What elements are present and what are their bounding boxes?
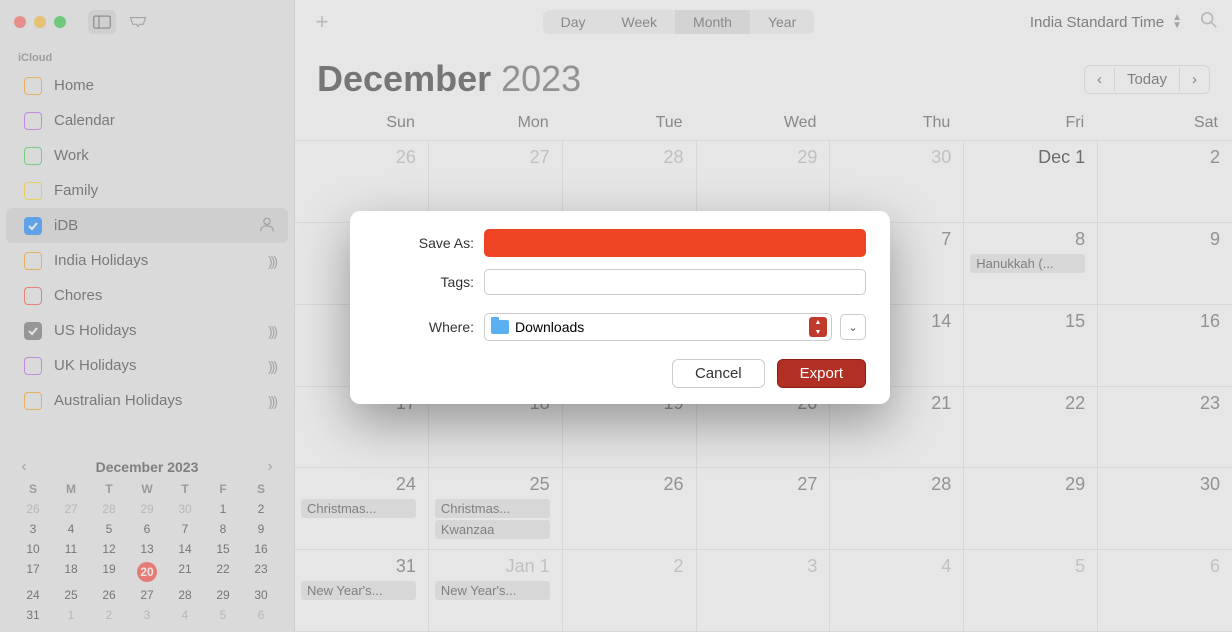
where-dropdown[interactable]: Downloads ▲▼	[484, 313, 832, 341]
expand-save-panel-button[interactable]: ⌄	[840, 314, 866, 340]
where-value: Downloads	[515, 319, 584, 335]
export-dialog: Save As: Tags: Where: Downloads ▲▼ ⌄ Can…	[350, 211, 890, 404]
tags-field[interactable]	[484, 269, 866, 295]
where-label: Where:	[374, 319, 484, 335]
tags-label: Tags:	[374, 274, 484, 290]
export-button[interactable]: Export	[777, 359, 866, 388]
cancel-button[interactable]: Cancel	[672, 359, 765, 388]
save-as-label: Save As:	[374, 235, 484, 251]
chevron-updown-icon: ▲▼	[809, 317, 827, 337]
save-as-field[interactable]	[484, 229, 866, 257]
folder-icon	[491, 320, 509, 334]
